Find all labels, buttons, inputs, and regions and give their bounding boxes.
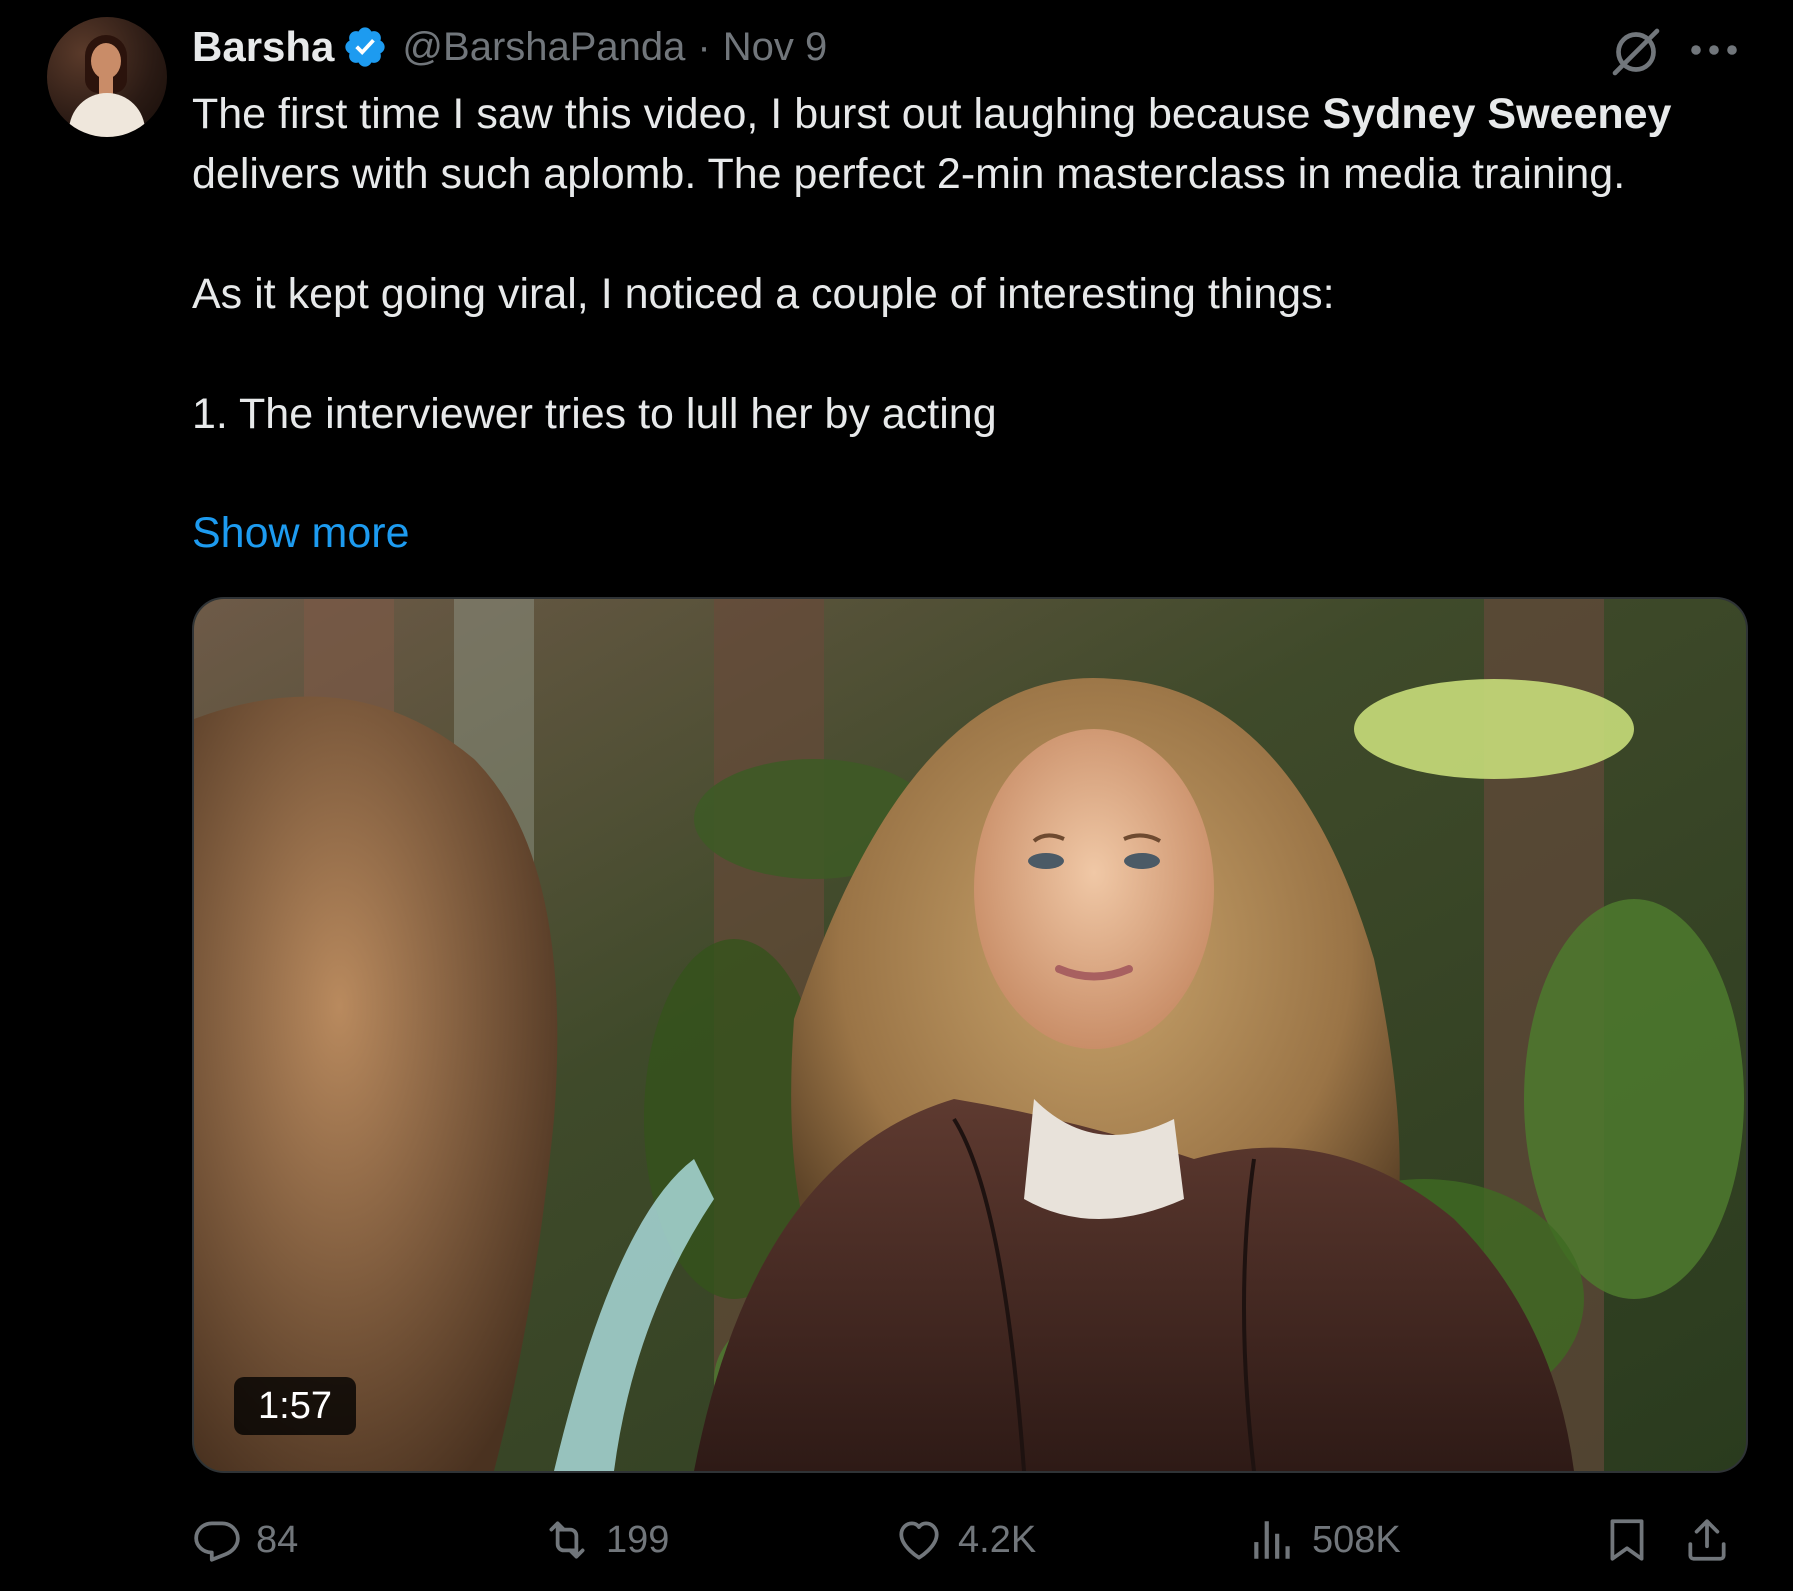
bookmark-icon (1610, 1519, 1644, 1561)
verified-badge-icon (345, 27, 386, 67)
reply-icon (194, 1521, 240, 1562)
repost-count: 199 (606, 1518, 670, 1561)
share-icon (1688, 1519, 1726, 1561)
handle[interactable]: @BarshaPanda (402, 25, 685, 70)
video-thumbnail (194, 599, 1746, 1471)
share-button[interactable] (1682, 1510, 1732, 1570)
heart-icon (899, 1521, 939, 1560)
display-name[interactable]: Barsha (192, 23, 334, 71)
more-icon[interactable] (1686, 30, 1742, 70)
separator: · (697, 24, 711, 69)
tweet-paragraph-2: As it kept going viral, I noticed a coup… (192, 270, 1335, 318)
video-duration-badge: 1:57 (234, 1377, 356, 1435)
grok-icon[interactable] (1608, 24, 1664, 80)
repost-icon (549, 1521, 585, 1559)
tweet-text: The first time I saw this video, I burst… (192, 84, 1752, 444)
repost-button[interactable]: 199 (542, 1510, 669, 1570)
action-bar: 84 199 4.2K 508K (192, 1510, 1752, 1570)
bold-name: Sydney Sweeney (1322, 90, 1672, 138)
like-count: 4.2K (958, 1518, 1037, 1561)
views-icon (1254, 1521, 1290, 1559)
tweet-header: Barsha @BarshaPanda · Nov 9 (192, 22, 827, 72)
avatar[interactable] (47, 17, 167, 137)
tweet-card[interactable]: Barsha @BarshaPanda · Nov 9 The first ti… (0, 0, 1793, 1591)
like-button[interactable]: 4.2K (894, 1510, 1036, 1570)
reply-button[interactable]: 84 (192, 1510, 298, 1570)
video-player[interactable]: 1:57 (192, 597, 1748, 1473)
view-count: 508K (1312, 1518, 1401, 1561)
tweet-date[interactable]: Nov 9 (723, 25, 828, 70)
views-button[interactable]: 508K (1248, 1510, 1401, 1570)
tweet-paragraph-1: The first time I saw this video, I burst… (192, 90, 1672, 198)
show-more-link[interactable]: Show more (192, 503, 409, 563)
reply-count: 84 (256, 1518, 299, 1561)
tweet-paragraph-3: 1. The interviewer tries to lull her by … (192, 390, 997, 438)
bookmark-button[interactable] (1602, 1510, 1652, 1570)
